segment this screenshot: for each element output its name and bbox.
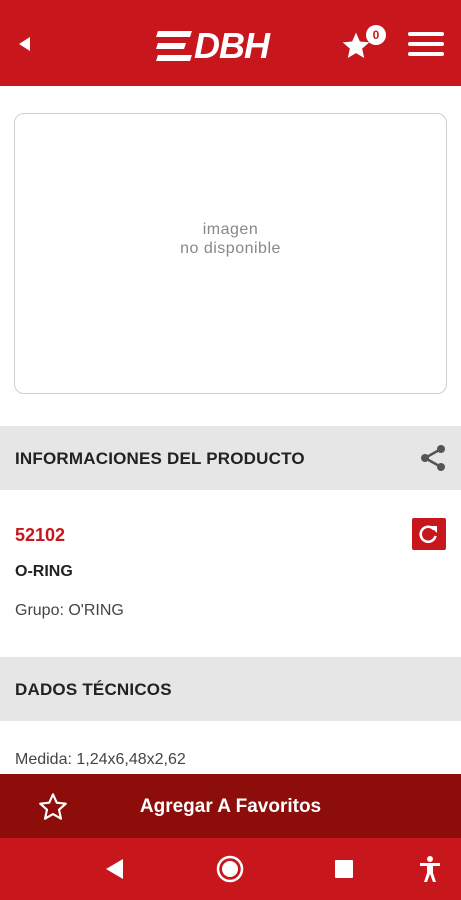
placeholder-line-1: imagen: [202, 221, 259, 238]
favorites-count-badge: 0: [366, 25, 386, 45]
product-image: imagen no disponible: [14, 113, 447, 394]
placeholder-line-2: no disponible: [180, 240, 281, 257]
hamburger-menu-icon[interactable]: [407, 28, 445, 60]
product-info-title: INFORMACIONES DEL PRODUCTO: [15, 449, 305, 468]
logo-stripes: [156, 31, 192, 61]
back-arrow-icon[interactable]: [10, 29, 40, 59]
app-header: DBH 0: [0, 0, 461, 86]
share-icon[interactable]: [418, 443, 448, 473]
system-nav-bar: [0, 838, 461, 900]
brand-logo: DBH: [156, 25, 270, 66]
product-name: O-RING: [15, 563, 73, 580]
home-circle-icon[interactable]: [216, 855, 244, 883]
favorites-button[interactable]: 0: [340, 25, 386, 62]
technical-data-title: DADOS TÉCNICOS: [15, 680, 172, 699]
image-placeholder-text: imagen no disponible: [15, 220, 446, 258]
product-info-header: INFORMACIONES DEL PRODUCTO: [0, 426, 461, 490]
product-measure: Medida: 1,24x6,48x2,62: [15, 751, 186, 768]
add-to-favorites-button[interactable]: Agregar A Favoritos: [0, 774, 461, 838]
refresh-icon: [419, 525, 437, 543]
recents-square-icon[interactable]: [330, 855, 358, 883]
technical-data-header: DADOS TÉCNICOS: [0, 657, 461, 721]
accessibility-icon[interactable]: [416, 855, 444, 883]
logo-text: DBH: [194, 25, 270, 66]
product-code: 52102: [15, 525, 66, 545]
add-to-favorites-label: Agregar A Favoritos: [139, 796, 322, 817]
back-triangle-icon[interactable]: [101, 855, 129, 883]
product-group: Grupo: O'RING: [15, 602, 124, 619]
refresh-button[interactable]: [412, 518, 446, 550]
